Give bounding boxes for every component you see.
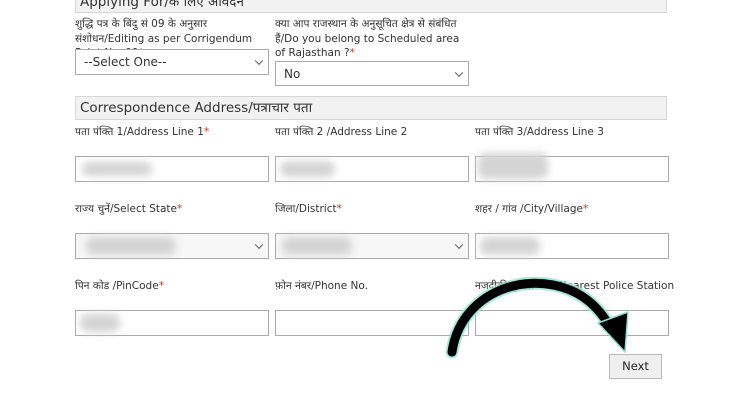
redacted-value <box>280 161 335 177</box>
police-station-label: नजदीकी पुलिस थाना/Nearest Police Station <box>475 280 675 292</box>
address3-input[interactable] <box>475 153 669 182</box>
correspondence-title: Correspondence Address/पत्राचार पता <box>80 100 313 116</box>
applying-for-header: Applying For/के लिए आवेदन <box>75 0 667 13</box>
chevron-down-icon <box>454 240 464 250</box>
phone-input[interactable] <box>275 310 469 336</box>
scheduled-area-select[interactable]: No <box>275 61 469 86</box>
applying-for-title: Applying For/के लिए आवेदन <box>80 0 244 10</box>
chevron-down-icon <box>254 240 264 250</box>
address2-label: पता पंक्ति 2 /Address Line 2 <box>275 126 408 138</box>
address2-input[interactable] <box>275 156 469 182</box>
address3-label: पता पंक्ति 3/Address Line 3 <box>475 126 604 138</box>
chevron-down-icon <box>254 56 264 66</box>
city-input[interactable] <box>475 233 669 259</box>
redacted-value <box>86 237 176 255</box>
editing-select-value: --Select One-- <box>84 55 167 69</box>
address1-label: पता पंक्ति 1/Address Line 1* <box>75 126 210 138</box>
police-station-input[interactable] <box>475 310 669 336</box>
pincode-label: पिन कोड /PinCode* <box>75 280 164 292</box>
redacted-value <box>82 162 152 176</box>
pincode-input[interactable] <box>75 310 269 336</box>
chevron-down-icon <box>454 68 464 77</box>
next-button[interactable]: Next <box>609 354 662 379</box>
redacted-value <box>80 314 120 332</box>
scheduled-area-label: क्या आप राजस्थान के अनुसूचित क्षेत्र से … <box>275 18 460 59</box>
redacted-value <box>282 237 352 255</box>
correspondence-header: Correspondence Address/पत्राचार पता <box>75 96 667 120</box>
scheduled-area-select-value: No <box>284 67 301 81</box>
redacted-value <box>478 153 548 179</box>
phone-label: फ़ोन नंबर/Phone No. <box>275 280 368 292</box>
editing-select[interactable]: --Select One-- <box>75 49 269 75</box>
city-label: शहर / गांव /City/Village* <box>475 203 589 215</box>
state-label: राज्य चुनें/Select State* <box>75 203 183 215</box>
district-label: जिला/District* <box>275 203 342 215</box>
district-select[interactable] <box>275 233 469 259</box>
state-select[interactable] <box>75 233 269 259</box>
redacted-value <box>480 237 540 255</box>
address1-input[interactable] <box>75 156 269 182</box>
